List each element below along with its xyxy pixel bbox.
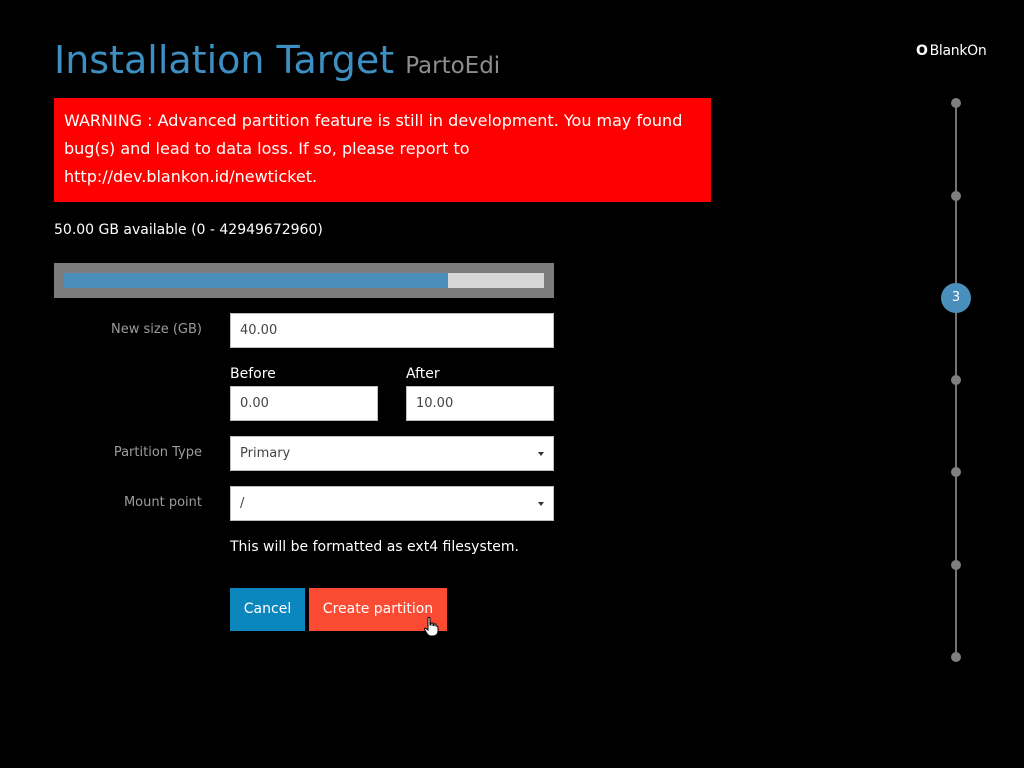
after-input[interactable] xyxy=(406,386,554,421)
mount-point-value: / xyxy=(240,496,245,511)
step-dot xyxy=(951,652,961,662)
chevron-down-icon xyxy=(538,452,544,456)
format-note: This will be formatted as ext4 filesyste… xyxy=(230,539,519,555)
logo-text: BlankOn xyxy=(929,43,987,59)
step-dot xyxy=(951,375,961,385)
before-input[interactable] xyxy=(230,386,378,421)
partition-size-track xyxy=(64,273,544,288)
logo-mark-icon: O xyxy=(916,43,928,59)
partition-type-label: Partition Type xyxy=(113,445,202,460)
step-active-indicator: 3 xyxy=(941,283,971,313)
step-dot xyxy=(951,98,961,108)
partition-type-value: Primary xyxy=(240,446,291,461)
installer-page: Installation Target PartoEdi O BlankOn WA… xyxy=(0,0,1024,768)
page-title-row: Installation Target PartoEdi xyxy=(54,38,500,82)
new-size-input[interactable] xyxy=(230,313,554,348)
hand-cursor-icon xyxy=(423,617,439,637)
step-dot xyxy=(951,467,961,477)
warning-banner: WARNING : Advanced partition feature is … xyxy=(54,98,711,202)
partition-type-select[interactable]: Primary xyxy=(230,436,554,471)
before-label: Before xyxy=(230,366,276,382)
partition-size-fill xyxy=(64,273,448,288)
blankon-logo: O BlankOn xyxy=(916,43,987,59)
new-size-label: New size (GB) xyxy=(111,322,202,337)
cancel-button[interactable]: Cancel xyxy=(230,588,305,631)
mount-point-label: Mount point xyxy=(123,495,202,510)
step-dot xyxy=(951,191,961,201)
chevron-down-icon xyxy=(538,502,544,506)
partition-size-bar[interactable] xyxy=(54,263,554,298)
available-space-text: 50.00 GB available (0 - 42949672960) xyxy=(54,222,323,238)
mount-point-select[interactable]: / xyxy=(230,486,554,521)
page-subtitle: PartoEdi xyxy=(405,53,501,79)
page-title: Installation Target xyxy=(54,38,395,82)
after-label: After xyxy=(406,366,440,382)
step-dot xyxy=(951,560,961,570)
